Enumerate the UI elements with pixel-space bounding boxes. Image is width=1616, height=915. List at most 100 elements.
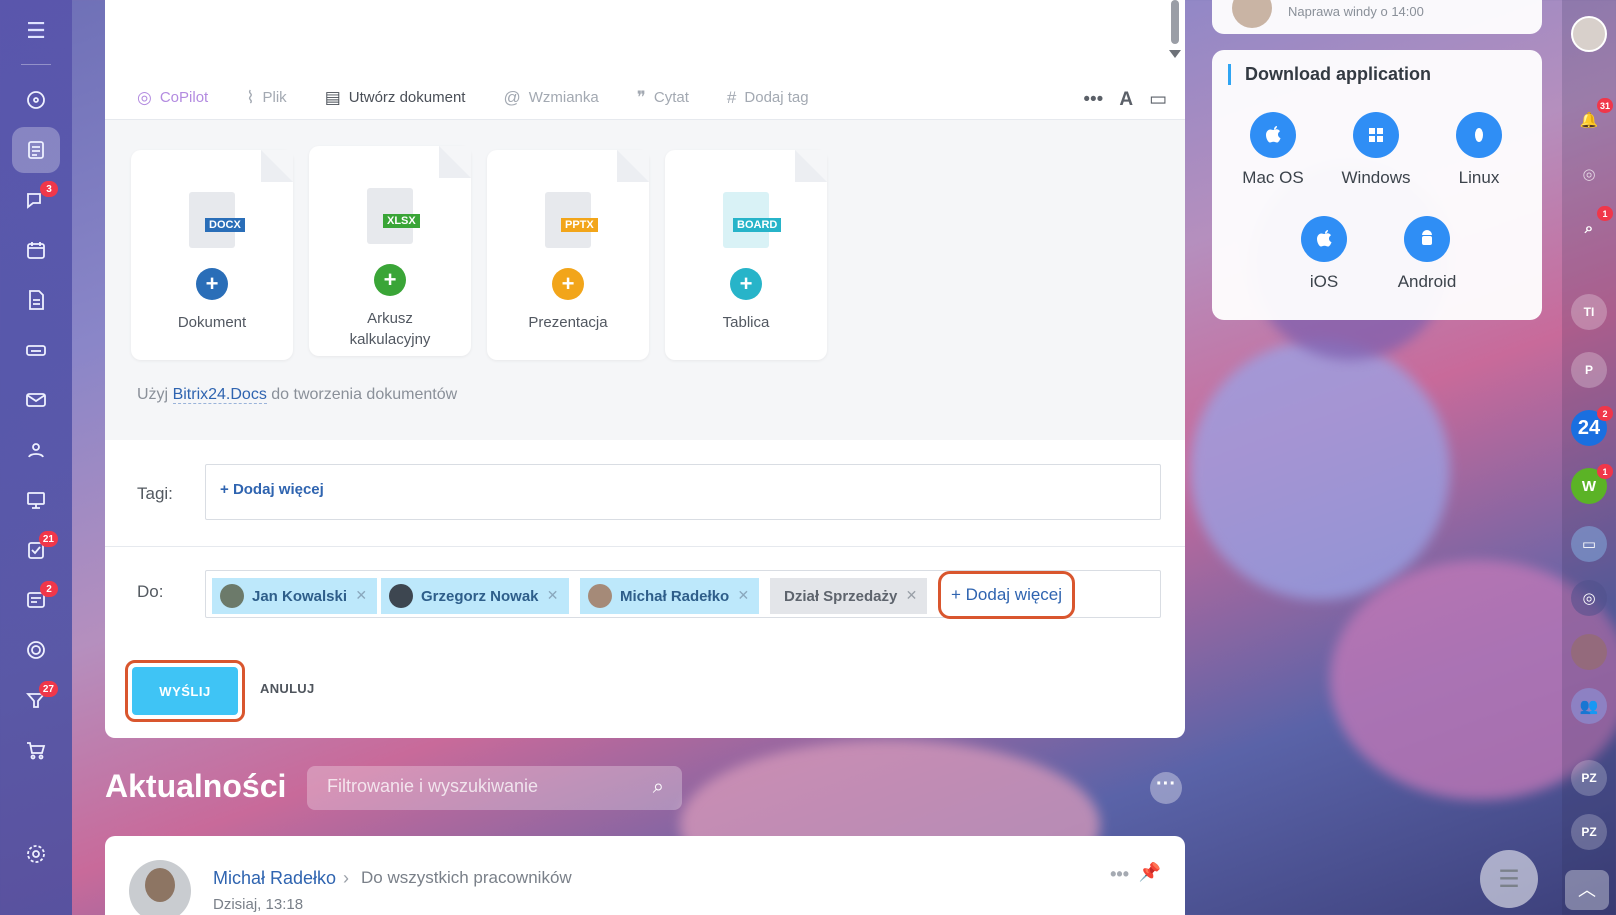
sidebar-item-news[interactable]: 2 [12, 577, 60, 623]
group-avatar[interactable] [1571, 634, 1607, 670]
scroll-down-arrow[interactable] [1169, 50, 1181, 58]
app-linux[interactable]: Linux [1434, 112, 1524, 188]
search-input[interactable]: Filtrowanie i wyszukiwanie ⌕ [307, 766, 682, 810]
sidebar-item-groups[interactable] [12, 427, 60, 473]
group-icon [28, 443, 44, 458]
recipient-chip[interactable]: Jan Kowalski ✕ [212, 578, 378, 614]
card-fold [795, 150, 827, 182]
cancel-button[interactable]: ANULUJ [260, 681, 315, 696]
app-ios[interactable]: iOS [1279, 216, 1369, 292]
user-avatar[interactable] [1571, 16, 1607, 52]
chat-search-item[interactable]: ⌕ 1 [1571, 206, 1613, 246]
file-type-tag: BOARD [733, 218, 782, 232]
calendar-icon [27, 242, 45, 259]
xlsx-file-icon: XLSX [367, 188, 420, 244]
tasks-badge: 21 [38, 531, 58, 547]
chat-list-fab-icon[interactable]: ☰ [1480, 850, 1538, 908]
contact-p[interactable]: P [1571, 352, 1607, 388]
sidebar-item-feed[interactable] [12, 127, 60, 173]
sidebar-item-settings[interactable] [12, 831, 60, 877]
search-icon[interactable]: ⌕ [653, 776, 664, 799]
toolbar-mention[interactable]: @ Wzmianka [503, 88, 598, 108]
contact-ti[interactable]: TI [1571, 294, 1607, 330]
app-windows[interactable]: Windows [1331, 112, 1421, 188]
post-author[interactable]: Michał Radełko [213, 868, 336, 889]
more-icon[interactable]: ••• [1083, 89, 1103, 111]
mail-icon [26, 393, 46, 407]
avatar[interactable] [129, 860, 191, 915]
sidebar-item-mail[interactable] [12, 377, 60, 423]
sidebar-item-drive[interactable] [12, 327, 60, 373]
text-format-icon[interactable]: A [1119, 89, 1133, 111]
sidebar-item-boards[interactable] [12, 477, 60, 523]
app-label: Windows [1341, 168, 1411, 187]
sidebar-item-shop[interactable] [12, 727, 60, 773]
remove-icon[interactable]: ✕ [737, 587, 749, 604]
doc-card-board[interactable]: BOARD + Tablica [665, 150, 827, 360]
recipient-name: Michał Radełko [620, 587, 730, 605]
sidebar-item-goals[interactable] [12, 627, 60, 673]
copilot-icon[interactable]: ◎ [1571, 156, 1607, 192]
send-button[interactable]: WYŚLIJ [125, 660, 245, 722]
notification-bell[interactable]: 🔔 31 [1571, 98, 1613, 138]
add-board-icon[interactable]: + [730, 268, 762, 300]
avatar [220, 584, 244, 608]
recipient-chip[interactable]: Grzegorz Nowak ✕ [381, 578, 569, 614]
add-docx-icon[interactable]: + [196, 268, 228, 300]
app-android[interactable]: Android [1382, 216, 1472, 292]
recipient-chip-department[interactable]: Dział Sprzedaży ✕ [770, 578, 928, 614]
remove-icon[interactable]: ✕ [355, 587, 367, 604]
crm-badge: 27 [38, 681, 58, 697]
contact-pz[interactable]: PZ [1571, 760, 1607, 796]
toolbar-add-tag[interactable]: # Dodaj tag [727, 88, 809, 108]
people-icon[interactable]: 👥 [1571, 688, 1607, 724]
message-editor[interactable] [105, 0, 1185, 72]
sidebar-item-chat[interactable]: 3 [12, 177, 60, 223]
avatar [389, 584, 413, 608]
more-icon[interactable]: ••• [1110, 864, 1129, 885]
contact-pz[interactable]: PZ [1571, 814, 1607, 850]
toolbar-file[interactable]: ⌇ Plik [246, 88, 286, 108]
panel-toggle-icon[interactable]: ▭ [1149, 88, 1167, 111]
scroll-up-icon[interactable]: ︿ [1565, 870, 1609, 910]
chat-bubble-icon[interactable]: ▭ [1571, 526, 1607, 562]
sidebar-item-calendar[interactable] [12, 227, 60, 273]
editor-scrollbar[interactable] [1171, 0, 1179, 44]
add-xlsx-icon[interactable]: + [374, 264, 406, 296]
add-pptx-icon[interactable]: + [552, 268, 584, 300]
doc-card-pptx[interactable]: PPTX + Prezentacja [487, 150, 649, 360]
toolbar-mention-label: Wzmianka [528, 89, 599, 106]
app-macos[interactable]: Mac OS [1228, 112, 1318, 188]
avatar [588, 584, 612, 608]
remove-icon[interactable]: ✕ [547, 587, 559, 604]
sidebar-item-tasks[interactable]: 21 [12, 527, 60, 573]
contact-w[interactable]: W1 [1571, 464, 1613, 504]
recipients-field[interactable]: Jan Kowalski ✕ Grzegorz Nowak ✕ Michał Rad… [205, 570, 1161, 619]
bitrix-docs-link[interactable]: Bitrix24.Docs [172, 386, 267, 404]
tags-field[interactable]: + Dodaj więcej [205, 464, 1161, 520]
sidebar-item-documents[interactable] [12, 277, 60, 323]
bitrix24-item[interactable]: 24 2 [1571, 406, 1613, 446]
sidebar-item-copilot[interactable] [12, 77, 60, 123]
b24-badge: 2 [1597, 406, 1613, 421]
recipients-add-more[interactable]: + Dodaj więcej [938, 571, 1076, 619]
doc-card-label: Dokument [177, 314, 247, 331]
pin-icon[interactable]: 📌 [1139, 862, 1161, 883]
toolbar-create-document[interactable]: ▤ Utwórz dokument [325, 88, 466, 108]
sidebar-item-crm[interactable]: 27 [12, 677, 60, 723]
remove-icon[interactable]: ✕ [906, 587, 918, 604]
feed-more-icon[interactable]: ··· [1150, 772, 1182, 804]
w-label: W [1581, 477, 1597, 495]
tags-add-more[interactable]: + Dodaj więcej [220, 481, 324, 498]
menu-icon[interactable]: ☰ [26, 20, 46, 42]
toolbar-copilot[interactable]: ◎ CoPilot [137, 88, 208, 108]
doc-card-docx[interactable]: DOCX + Dokument [131, 150, 293, 360]
toolbar-quote[interactable]: ❞ Cytat [637, 88, 689, 108]
recipient-chip[interactable]: Michał Radełko ✕ [580, 578, 760, 614]
group-chat-icon[interactable]: ◎ [1571, 580, 1607, 616]
announcement-strip[interactable]: Naprawa windy o 14:00 [1212, 0, 1542, 34]
doc-card-xlsx[interactable]: XLSX + Arkusz kalkulacyjny [309, 146, 471, 356]
toolbar-create-document-label: Utwórz dokument [348, 89, 466, 106]
download-app-widget: Download application Mac OS Windows Linu… [1212, 50, 1542, 320]
toolbar-quote-label: Cytat [653, 89, 689, 106]
